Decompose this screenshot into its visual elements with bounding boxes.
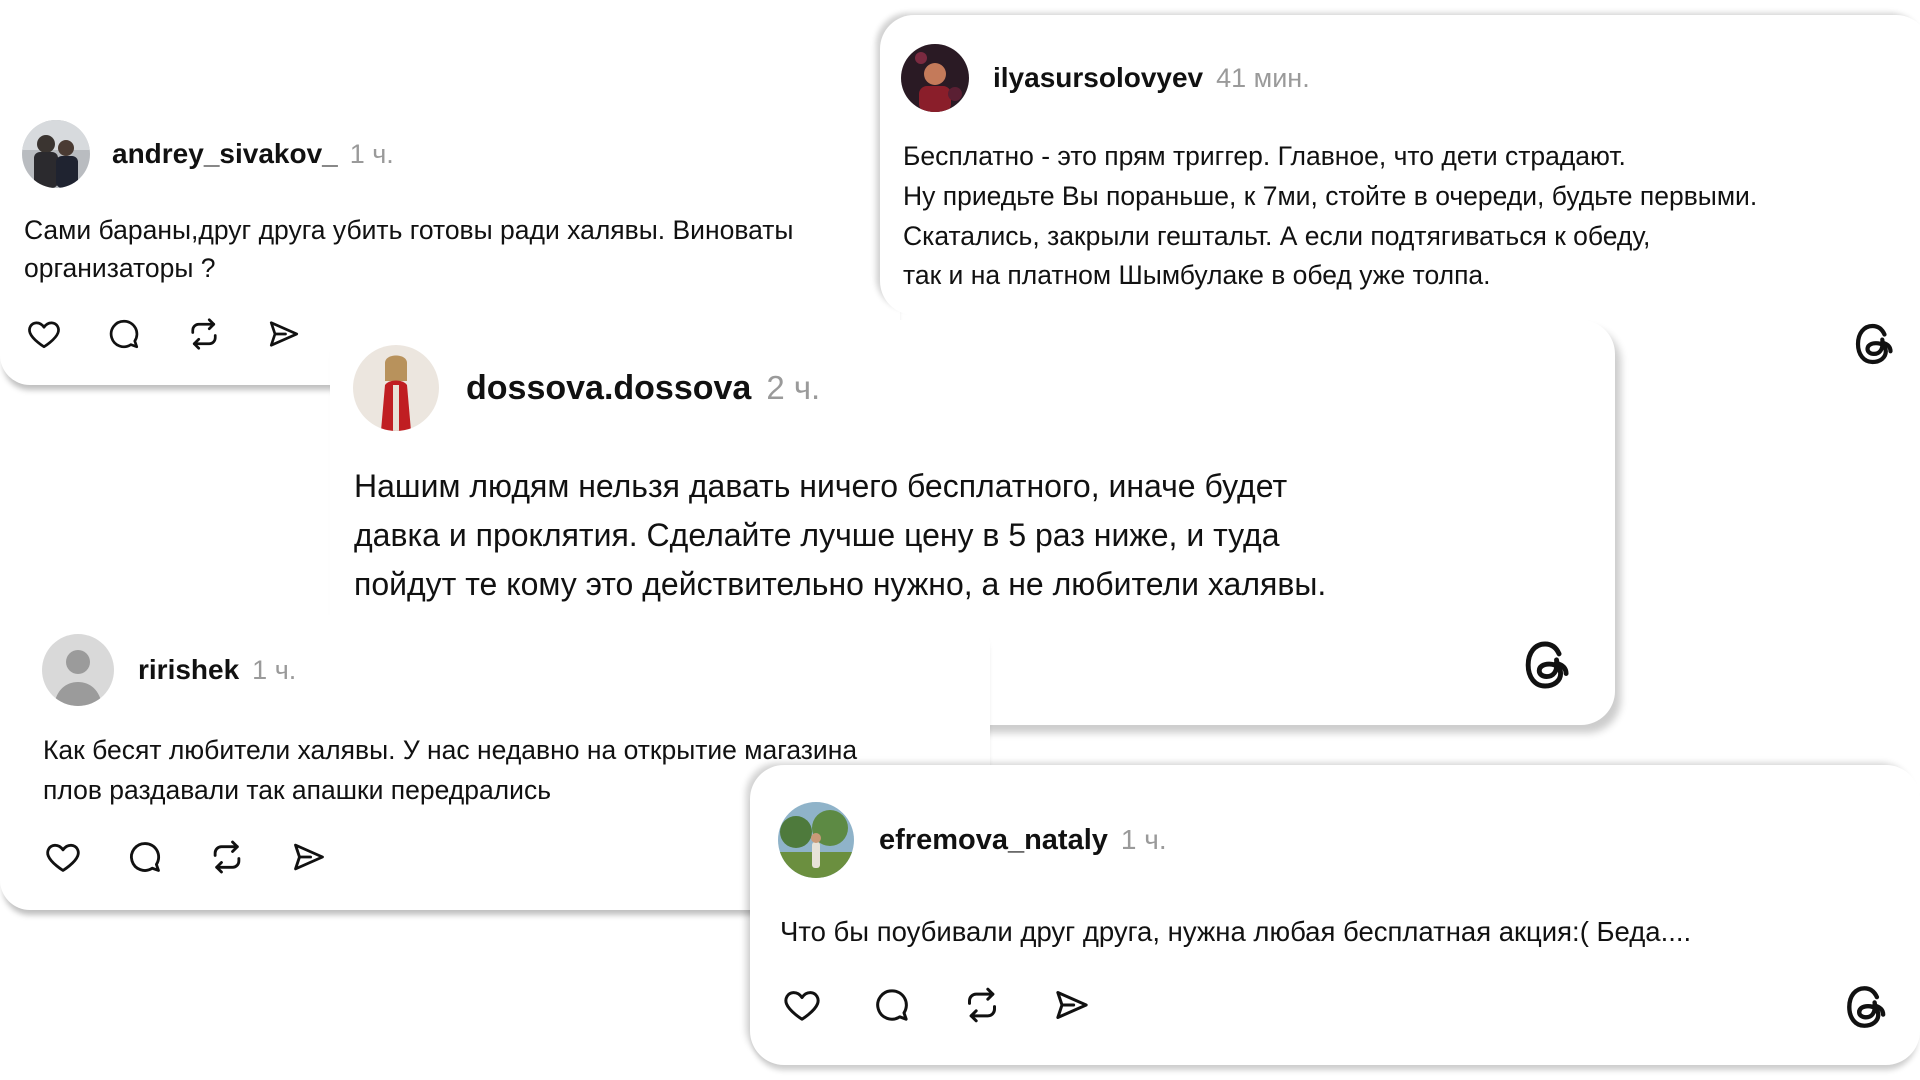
- text-line: Нашим людям нельзя давать ничего бесплат…: [354, 468, 1288, 504]
- text-line: Что бы поубивали друг друга, нужна любая…: [780, 916, 1692, 947]
- text-line: организаторы ?: [24, 252, 216, 283]
- heart-icon[interactable]: [782, 985, 822, 1025]
- text-line: давка и проклятия. Сделайте лучше цену в…: [354, 516, 1280, 553]
- threads-logo-icon: [1842, 982, 1892, 1032]
- username[interactable]: andrey_sivakov_: [112, 138, 338, 170]
- post-header: dossova.dossova 2 ч.: [353, 345, 820, 431]
- repost-icon[interactable]: [186, 316, 222, 352]
- text-line: Как бесят любители халявы. У нас недавно…: [43, 735, 858, 765]
- share-icon[interactable]: [1052, 985, 1092, 1025]
- default-avatar[interactable]: [42, 634, 114, 706]
- threads-screenshots-collage: andrey_sivakov_ 1 ч. Сами бараны,друг др…: [0, 0, 1920, 1080]
- timestamp: 41 мин.: [1216, 62, 1310, 93]
- timestamp: 2 ч.: [766, 369, 821, 406]
- avatar[interactable]: [901, 44, 969, 112]
- post-header: efremova_nataly 1 ч.: [778, 802, 1167, 878]
- post-text: Нашим людям нельзя давать ничего бесплат…: [354, 462, 1326, 609]
- post-text: Как бесят любители халявы. У нас недавно…: [43, 731, 857, 811]
- username[interactable]: ririshek: [138, 654, 239, 686]
- text-line: Ну приедьте Вы пораньше, к 7ми, стойте в…: [903, 180, 1758, 211]
- share-icon[interactable]: [290, 838, 328, 876]
- timestamp: 1 ч.: [252, 654, 297, 685]
- threads-logo-icon: [1520, 637, 1576, 693]
- username[interactable]: efremova_nataly: [879, 824, 1108, 857]
- post-text: Сами бараны,друг друга убить готовы ради…: [24, 212, 793, 287]
- comment-icon[interactable]: [126, 838, 164, 876]
- repost-icon[interactable]: [962, 985, 1002, 1025]
- text-line: плов раздавали так апашки передрались: [43, 774, 552, 805]
- timestamp: 1 ч.: [349, 138, 394, 169]
- post-text: Что бы поубивали друг друга, нужна любая…: [780, 912, 1691, 951]
- timestamp: 1 ч.: [1120, 824, 1167, 855]
- text-line: Скатались, закрыли гештальт. А если подт…: [903, 220, 1651, 251]
- post-header: ririshek 1 ч.: [42, 634, 296, 706]
- threads-logo-icon: [1851, 320, 1899, 368]
- heart-icon[interactable]: [26, 316, 62, 352]
- post-actions: [26, 316, 302, 352]
- post-text: Бесплатно - это прям триггер. Главное, ч…: [903, 137, 1757, 296]
- text-line: Сами бараны,друг друга убить готовы ради…: [24, 215, 794, 245]
- heart-icon[interactable]: [44, 838, 82, 876]
- text-line: Бесплатно - это прям триггер. Главное, ч…: [903, 141, 1626, 171]
- repost-icon[interactable]: [208, 838, 246, 876]
- share-icon[interactable]: [266, 316, 302, 352]
- post-header: ilyasursolovyev 41 мин.: [901, 44, 1310, 112]
- text-line: так и на платном Шымбулаке в обед уже то…: [903, 260, 1491, 291]
- comment-icon[interactable]: [872, 985, 912, 1025]
- avatar[interactable]: [353, 345, 439, 431]
- username[interactable]: dossova.dossova: [466, 369, 751, 408]
- post-actions: [44, 838, 328, 876]
- post-header: andrey_sivakov_ 1 ч.: [22, 120, 394, 188]
- username[interactable]: ilyasursolovyev: [993, 62, 1203, 94]
- text-line: пойдут те кому это действительно нужно, …: [354, 565, 1327, 602]
- comment-icon[interactable]: [106, 316, 142, 352]
- avatar[interactable]: [22, 120, 90, 188]
- post-actions: [782, 985, 1092, 1025]
- avatar[interactable]: [778, 802, 854, 878]
